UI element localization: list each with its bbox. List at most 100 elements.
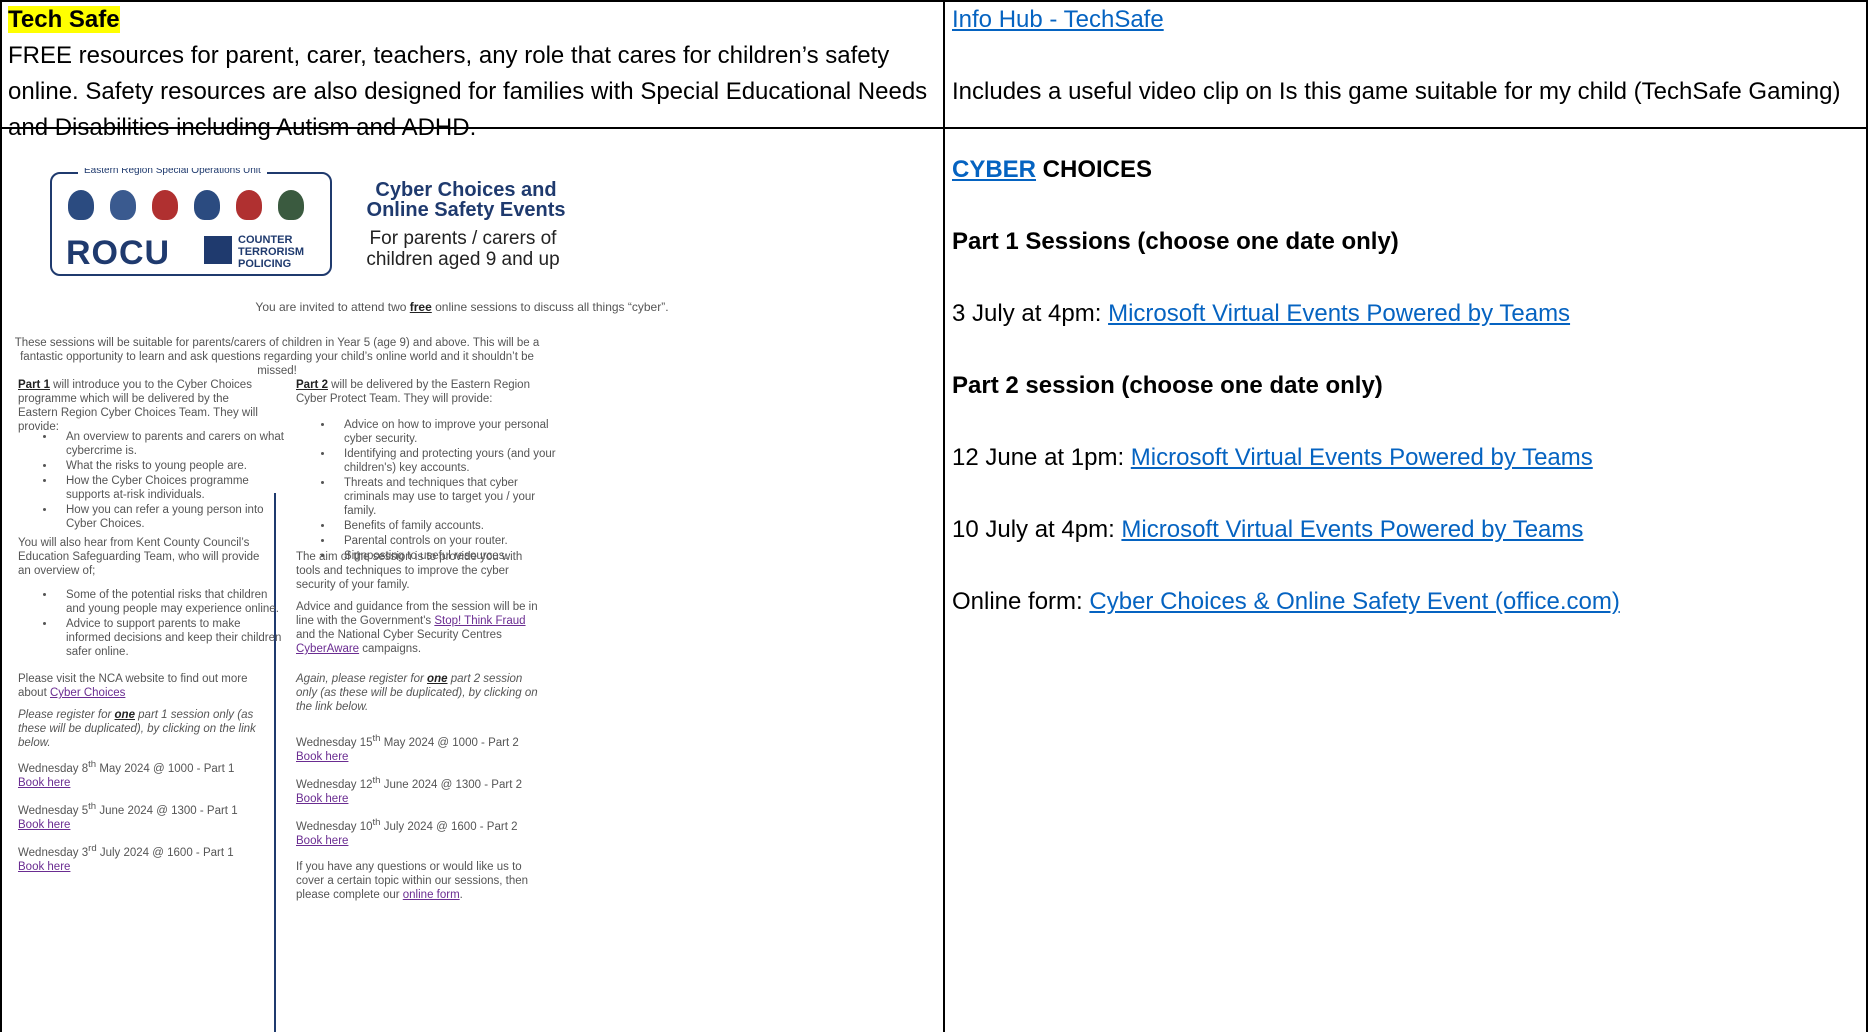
part1-list: An overview to parents and carers on wha… — [40, 430, 286, 532]
part2-label: Part 2 — [296, 379, 328, 391]
date-day: Wednesday 5 — [18, 804, 89, 817]
stop-think-fraud-link[interactable]: Stop! Think Fraud — [434, 615, 525, 627]
techsafe-label: Tech Safe — [8, 6, 120, 33]
date-day: Wednesday 15 — [296, 736, 373, 749]
techsafe-description: FREE resources for parent, carer, teache… — [8, 42, 928, 141]
nca-cyber-choices-link[interactable]: Cyber Choices — [50, 687, 125, 699]
book-here-link[interactable]: Book here — [18, 777, 70, 789]
unit-label: Eastern Region Special Operations Unit — [78, 168, 267, 176]
flyer-subtitle: For parents / carers of children aged 9 … — [366, 228, 560, 270]
online-form-label: Online form: — [952, 588, 1090, 615]
cyber-choices-cell: CYBER CHOICES Part 1 Sessions (choose on… — [952, 152, 1862, 620]
invite-text: You are invited to attend two free onlin… — [12, 300, 912, 314]
ct-policing-icon — [204, 236, 232, 264]
online-form-link[interactable]: Cyber Choices & Online Safety Event (off… — [1089, 588, 1619, 615]
session-line: 10 July at 4pm: Microsoft Virtual Events… — [952, 512, 1862, 548]
online-form-line: Online form: Cyber Choices & Online Safe… — [952, 584, 1862, 620]
book-here-link[interactable]: Book here — [296, 793, 348, 805]
date-sup: th — [372, 775, 381, 786]
advice-b: and the National Cyber Security Centres — [296, 629, 502, 641]
date-day: Wednesday 3 — [18, 846, 89, 859]
date-rest: May 2024 @ 1000 - Part 1 — [96, 762, 235, 775]
table-column-divider — [943, 0, 945, 1032]
infohub-link[interactable]: Info Hub - TechSafe — [952, 6, 1164, 33]
register-part1-text: Please register for one part 1 session o… — [18, 708, 263, 750]
part2-date: Wednesday 12th June 2024 @ 1300 - Part 2… — [296, 774, 541, 806]
date-rest: June 2024 @ 1300 - Part 2 — [380, 778, 522, 791]
book-here-link[interactable]: Book here — [18, 861, 70, 873]
part2-list: Advice on how to improve your personal c… — [318, 418, 564, 564]
advice-c: campaigns. — [359, 643, 422, 655]
rocu-logo: Eastern Region Special Operations Unit R… — [50, 168, 332, 276]
book-here-link[interactable]: Book here — [296, 751, 348, 763]
part1-date: Wednesday 3rd July 2024 @ 1600 - Part 1 … — [18, 842, 263, 874]
part1-date: Wednesday 8th May 2024 @ 1000 - Part 1 B… — [18, 758, 263, 790]
list-item: What the risks to young people are. — [56, 459, 286, 473]
date-rest: July 2024 @ 1600 - Part 2 — [380, 820, 518, 833]
part2-intro-text: will be delivered by the Eastern Region … — [296, 379, 530, 405]
list-item: How the Cyber Choices programme supports… — [56, 474, 286, 502]
session-date: 10 July at 4pm: — [952, 516, 1122, 543]
part2-heading: Part 2 session (choose one date only) — [952, 372, 1383, 399]
session-link[interactable]: Microsoft Virtual Events Powered by Team… — [1121, 516, 1583, 543]
techsafe-label-line: Tech Safe — [8, 2, 938, 38]
date-day: Wednesday 12 — [296, 778, 373, 791]
session-link[interactable]: Microsoft Virtual Events Powered by Team… — [1108, 300, 1570, 327]
date-rest: June 2024 @ 1300 - Part 1 — [96, 804, 238, 817]
ct-line: POLICING — [238, 258, 292, 270]
police-badge-icon — [194, 190, 220, 220]
session-link[interactable]: Microsoft Virtual Events Powered by Team… — [1131, 444, 1593, 471]
cyberaware-link[interactable]: CyberAware — [296, 643, 359, 655]
invite-a: You are invited to attend two — [255, 300, 410, 314]
register-part2-text: Again, please register for one part 2 se… — [296, 672, 541, 714]
list-item: Benefits of family accounts. — [334, 519, 564, 533]
session-line: 12 June at 1pm: Microsoft Virtual Events… — [952, 440, 1862, 476]
police-badge-icon — [110, 190, 136, 220]
session-date: 3 July at 4pm: — [952, 300, 1109, 327]
police-badge-icon — [236, 190, 262, 220]
ct-line: TERRORISM — [238, 246, 304, 258]
list-item: Threats and techniques that cyber crimin… — [334, 476, 564, 518]
part2-intro: Part 2 will be delivered by the Eastern … — [296, 378, 541, 406]
techsafe-cell: Tech Safe FREE resources for parent, car… — [8, 2, 938, 146]
infohub-cell: Info Hub - TechSafe Includes a useful vi… — [952, 2, 1862, 110]
reg2-a: Again, please register for — [296, 673, 428, 685]
ct-line: COUNTER — [238, 234, 293, 246]
date-day: Wednesday 8 — [18, 762, 89, 775]
part1-intro: Part 1 will introduce you to the Cyber C… — [18, 378, 258, 434]
part1-date: Wednesday 5th June 2024 @ 1300 - Part 1 … — [18, 800, 263, 832]
part1-intro-text: will introduce you to the Cyber Choices … — [18, 379, 258, 433]
book-here-link[interactable]: Book here — [18, 819, 70, 831]
session-date: 12 June at 1pm: — [952, 444, 1131, 471]
invite-free: free — [409, 300, 432, 314]
list-item: Some of the potential risks that childre… — [56, 588, 286, 616]
list-item: An overview to parents and carers on wha… — [56, 430, 286, 458]
date-sup: th — [88, 759, 97, 770]
list-item: Identifying and protecting yours (and yo… — [334, 447, 564, 475]
advice-text: Advice and guidance from the session wil… — [296, 600, 541, 656]
part1-heading: Part 1 Sessions (choose one date only) — [952, 228, 1399, 255]
reg1-one: one — [114, 709, 135, 721]
kent-list: Some of the potential risks that childre… — [40, 588, 286, 660]
nca-text: Please visit the NCA website to find out… — [18, 672, 258, 700]
rocu-wordmark: ROCU — [66, 234, 171, 272]
cyber-link[interactable]: CYBER — [952, 156, 1036, 183]
flyer-column-divider — [274, 493, 276, 1032]
suitable-text: These sessions will be suitable for pare… — [14, 337, 540, 377]
book-here-link[interactable]: Book here — [296, 835, 348, 847]
online-form-link[interactable]: online form — [403, 889, 460, 901]
list-item: Advice on how to improve your personal c… — [334, 418, 564, 446]
invite-b: online sessions to discuss all things “c… — [431, 300, 669, 314]
infohub-note: Includes a useful video clip on Is this … — [952, 78, 1841, 105]
date-rest: May 2024 @ 1000 - Part 2 — [380, 736, 519, 749]
kent-intro: You will also hear from Kent County Coun… — [18, 537, 260, 577]
table-border-left — [0, 0, 2, 1032]
session-line: 3 July at 4pm: Microsoft Virtual Events … — [952, 296, 1862, 332]
police-badge-icon — [278, 190, 304, 220]
